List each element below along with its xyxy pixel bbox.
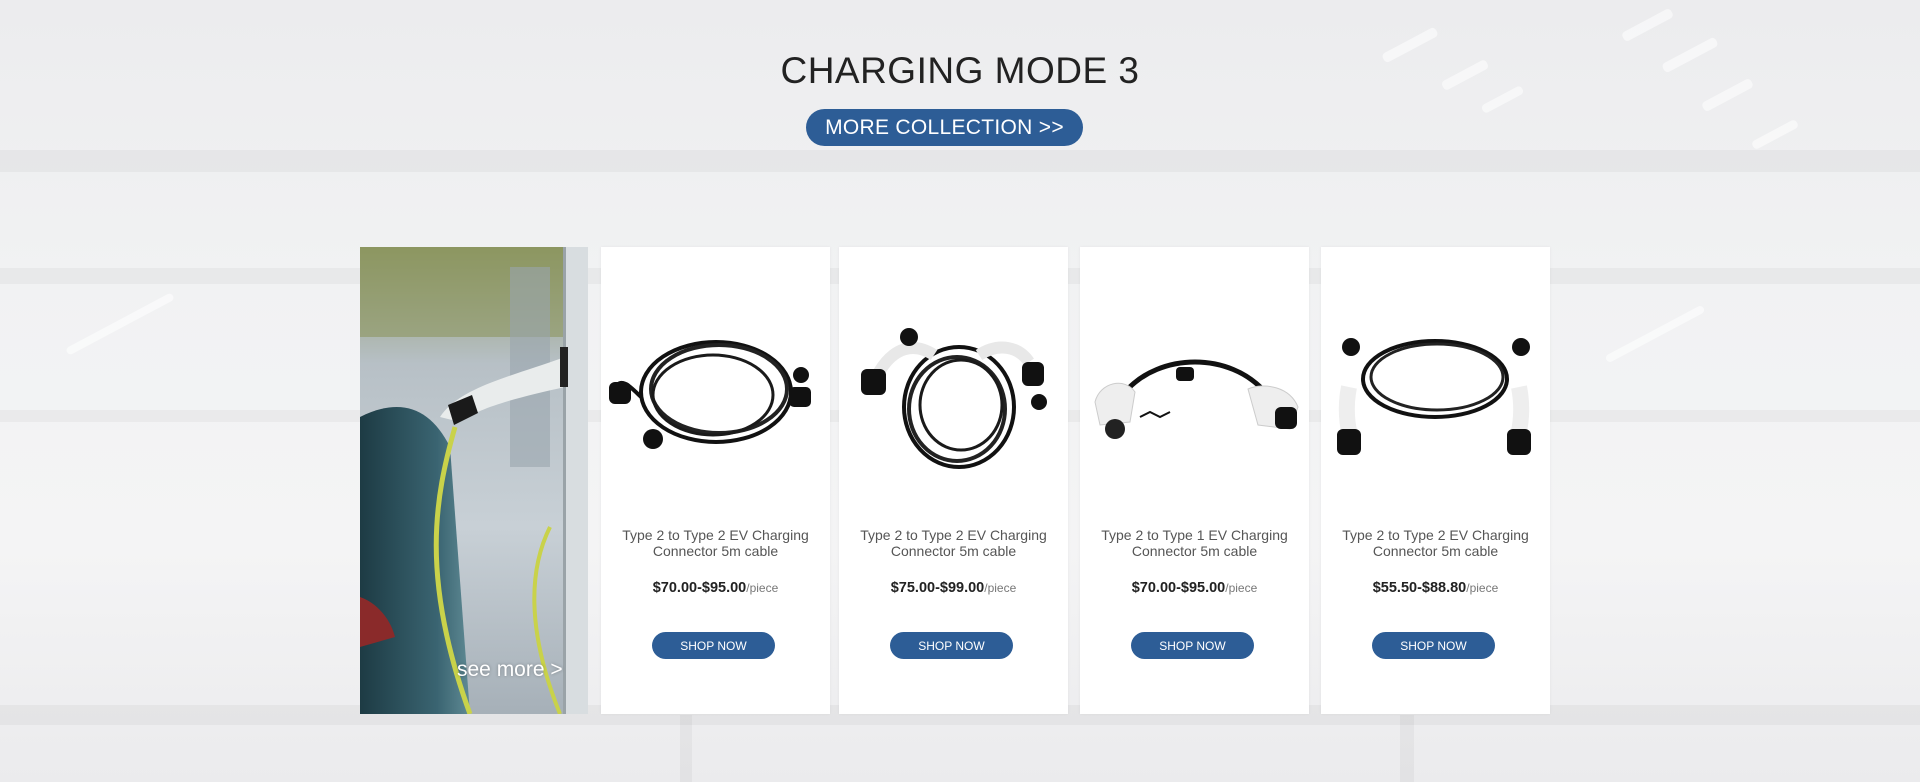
shop-now-button[interactable]: SHOP NOW [652,632,775,659]
shop-now-button[interactable]: SHOP NOW [1372,632,1495,659]
see-more-link[interactable]: see more > [457,658,563,682]
promo-tile[interactable]: see more > [360,247,588,714]
product-image [609,340,811,449]
shop-now-button[interactable]: SHOP NOW [1131,632,1254,659]
product-name[interactable]: Type 2 to Type 2 EV Charging Connector 5… [849,527,1058,559]
product-price: $75.00-$99.00/piece [839,580,1068,596]
price-value: $70.00-$95.00 [1131,580,1226,596]
product-card[interactable]: Type 2 to Type 2 EV Charging Connector 5… [1321,247,1550,714]
product-image [1094,359,1299,439]
product-name[interactable]: Type 2 to Type 2 EV Charging Connector 5… [611,527,820,559]
price-value: $70.00-$95.00 [652,580,747,596]
price-value: $75.00-$99.00 [890,580,985,596]
product-price: $55.50-$88.80/piece [1321,580,1550,596]
product-image [861,328,1047,469]
section-title: CHARGING MODE 3 [780,50,1140,91]
product-card[interactable]: Type 2 to Type 1 EV Charging Connector 5… [1080,247,1309,714]
product-name[interactable]: Type 2 to Type 2 EV Charging Connector 5… [1331,527,1540,559]
price-unit: /piece [984,581,1017,595]
price-unit: /piece [746,581,779,595]
product-price: $70.00-$95.00/piece [1080,580,1309,596]
product-price: $70.00-$95.00/piece [601,580,830,596]
shop-now-button[interactable]: SHOP NOW [890,632,1013,659]
ev-charging-photo [360,247,588,714]
product-name[interactable]: Type 2 to Type 1 EV Charging Connector 5… [1090,527,1299,559]
product-image [1337,338,1531,455]
product-card[interactable]: Type 2 to Type 2 EV Charging Connector 5… [601,247,830,714]
more-collection-button[interactable]: MORE COLLECTION >> [806,109,1083,146]
price-unit: /piece [1466,581,1499,595]
product-card[interactable]: Type 2 to Type 2 EV Charging Connector 5… [839,247,1068,714]
price-value: $55.50-$88.80 [1372,580,1467,596]
price-unit: /piece [1225,581,1258,595]
